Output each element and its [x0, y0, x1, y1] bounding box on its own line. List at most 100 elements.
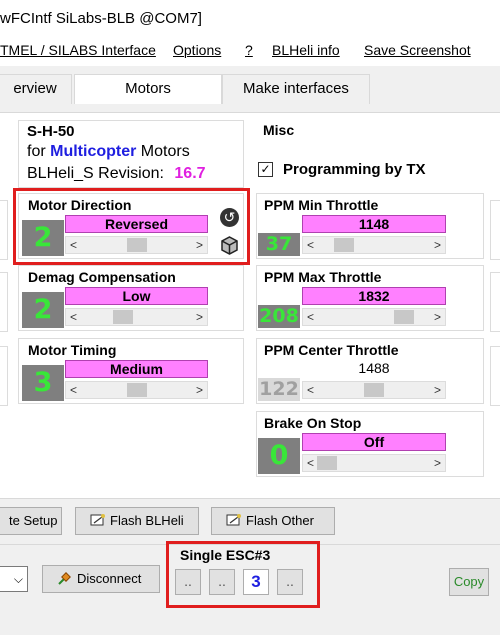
menu-interface[interactable]: TMEL / SILABS Interface — [0, 42, 156, 58]
scroll-right-icon[interactable]: > — [434, 455, 441, 471]
menu-save-screenshot[interactable]: Save Screenshot — [364, 42, 471, 58]
ppm-max-label: PPM Max Throttle — [264, 269, 382, 285]
port-select[interactable]: ⌵ — [0, 566, 28, 592]
window-title: wFCIntf SiLabs-BLB @COM7] — [0, 10, 202, 27]
flash-other-button[interactable]: Flash Other — [211, 507, 335, 535]
ppm-max-setting: 1832 — [302, 287, 446, 305]
cut-panel-right-2 — [490, 272, 500, 332]
ppm-max-value: 208 — [258, 305, 300, 328]
target-label: Multicopter — [50, 143, 137, 160]
for-label: for — [27, 143, 46, 160]
motor-direction-slider[interactable]: < > — [65, 236, 208, 254]
flash-icon — [226, 511, 242, 527]
esc-button-3[interactable]: 3 — [243, 569, 269, 595]
motors-label: Motors — [140, 143, 190, 160]
tab-strip: erview Motors Make interfaces — [0, 66, 500, 112]
motor-direction-setting: Reversed — [65, 215, 208, 233]
copy-button[interactable]: Copy — [449, 568, 489, 596]
ppm-min-value: 37 — [258, 233, 300, 256]
cut-panel-right-1 — [490, 200, 500, 260]
ppm-max-slider[interactable]: < > — [302, 308, 446, 326]
scroll-right-icon[interactable]: > — [196, 382, 203, 398]
motor-direction-label: Motor Direction — [28, 197, 132, 213]
cut-panel-right-3 — [490, 346, 500, 406]
scroll-right-icon[interactable]: > — [434, 237, 441, 253]
esc-target-line: for Multicopter Motors — [27, 143, 190, 161]
tab-overview[interactable]: erview — [0, 74, 72, 104]
ppm-min-panel: PPM Min Throttle 37 1148 < > — [256, 193, 484, 259]
demag-value: 2 — [22, 292, 64, 328]
disconnect-label: Disconnect — [77, 571, 142, 586]
write-setup-button[interactable]: te Setup — [0, 507, 62, 535]
ppm-min-setting: 1148 — [302, 215, 446, 233]
scroll-left-icon[interactable]: < — [307, 455, 314, 471]
esc-button-4[interactable]: .. — [277, 569, 303, 595]
brake-value: 0 — [258, 438, 300, 474]
programming-by-tx-checkbox[interactable]: ✓ — [258, 162, 273, 177]
cut-panel-left-1 — [0, 200, 8, 260]
slider-thumb[interactable] — [126, 238, 147, 252]
motor-direction-panel: Motor Direction 2 Reversed < > ↺ — [18, 193, 244, 259]
ppm-min-label: PPM Min Throttle — [264, 197, 379, 213]
slider-thumb[interactable] — [333, 238, 354, 252]
menu-blheli-info[interactable]: BLHeli info — [272, 42, 340, 58]
revision-line: BLHeli_S Revision: 16.7 — [27, 165, 206, 183]
brake-slider[interactable]: < > — [302, 454, 446, 472]
slider-thumb[interactable] — [364, 383, 384, 397]
slider-thumb[interactable] — [317, 456, 337, 470]
revision-value: 16.7 — [174, 165, 206, 182]
ppm-center-panel: PPM Center Throttle 122 1488 < > — [256, 338, 484, 404]
cut-panel-left-2 — [0, 272, 8, 332]
tab-motors[interactable]: Motors — [74, 74, 222, 104]
scroll-left-icon[interactable]: < — [307, 382, 314, 398]
scroll-left-icon[interactable]: < — [307, 309, 314, 325]
scroll-right-icon[interactable]: > — [196, 237, 203, 253]
slider-thumb[interactable] — [394, 310, 415, 324]
menu-options[interactable]: Options — [173, 42, 221, 58]
menu-help[interactable]: ? — [245, 42, 253, 58]
cube-icon[interactable] — [220, 236, 239, 255]
demag-label: Demag Compensation — [28, 269, 176, 285]
brake-panel: Brake On Stop 0 Off < > — [256, 411, 484, 477]
tab-make-interfaces[interactable]: Make interfaces — [222, 74, 370, 104]
undo-icon[interactable]: ↺ — [220, 208, 239, 227]
scroll-left-icon[interactable]: < — [70, 382, 77, 398]
scroll-right-icon[interactable]: > — [196, 309, 203, 325]
flash-icon — [90, 511, 106, 527]
motor-direction-value: 2 — [22, 220, 64, 256]
esc-info-panel: S-H-50 for Multicopter Motors BLHeli_S R… — [18, 120, 244, 188]
motor-timing-slider[interactable]: < > — [65, 381, 208, 399]
motor-timing-setting: Medium — [65, 360, 208, 378]
scroll-right-icon[interactable]: > — [434, 382, 441, 398]
disconnect-button[interactable]: Disconnect — [42, 565, 160, 593]
scroll-left-icon[interactable]: < — [70, 237, 77, 253]
ppm-center-slider[interactable]: < > — [302, 381, 446, 399]
slider-thumb[interactable] — [126, 383, 147, 397]
motor-timing-label: Motor Timing — [28, 342, 117, 358]
single-esc-title: Single ESC#3 — [180, 547, 271, 563]
misc-title: Misc — [263, 122, 295, 138]
menu-bar: TMEL / SILABS Interface Options ? BLHeli… — [0, 36, 500, 66]
misc-panel: Misc ✓ Programming by TX — [256, 120, 484, 186]
demag-setting: Low — [65, 287, 208, 305]
motor-timing-value: 3 — [22, 365, 64, 401]
esc-button-1[interactable]: .. — [175, 569, 201, 595]
flash-other-label: Flash Other — [246, 513, 314, 528]
chevron-down-icon: ⌵ — [13, 572, 23, 586]
revision-label: BLHeli_S Revision: — [27, 165, 164, 182]
title-bar: wFCIntf SiLabs-BLB @COM7] — [0, 0, 500, 36]
plug-icon — [57, 569, 73, 585]
ppm-min-slider[interactable]: < > — [302, 236, 446, 254]
esc-button-2[interactable]: .. — [209, 569, 235, 595]
flash-blheli-button[interactable]: Flash BLHeli — [75, 507, 199, 535]
ppm-max-panel: PPM Max Throttle 208 1832 < > — [256, 265, 484, 331]
flash-blheli-label: Flash BLHeli — [110, 513, 184, 528]
scroll-left-icon[interactable]: < — [307, 237, 314, 253]
cut-panel-left-3 — [0, 346, 8, 406]
demag-slider[interactable]: < > — [65, 308, 208, 326]
scroll-left-icon[interactable]: < — [70, 309, 77, 325]
ppm-center-label: PPM Center Throttle — [264, 342, 399, 358]
slider-thumb[interactable] — [112, 310, 133, 324]
scroll-right-icon[interactable]: > — [434, 309, 441, 325]
ppm-center-value: 122 — [258, 378, 300, 401]
